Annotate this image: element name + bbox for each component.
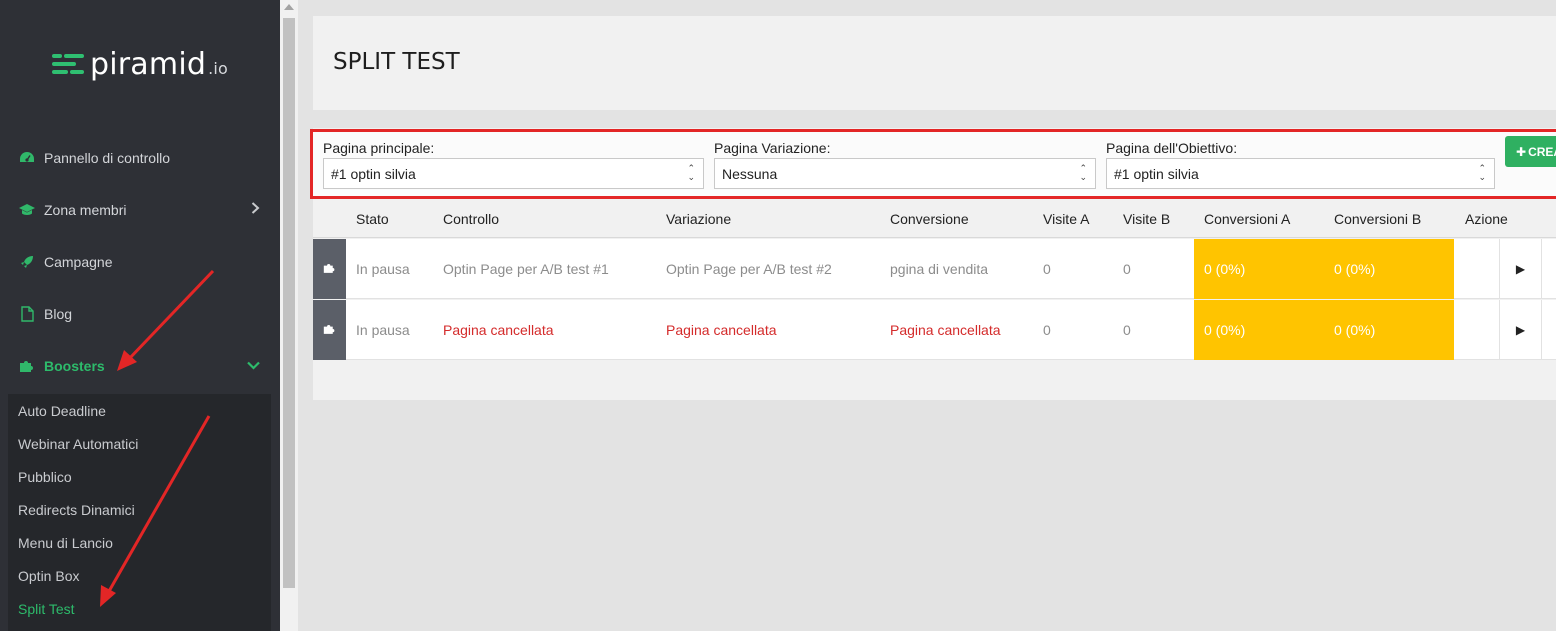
plus-icon: ✚ <box>1516 144 1527 159</box>
sidebar-item-label: Campagne <box>44 254 113 270</box>
table-row: In pausa Pagina cancellata Pagina cancel… <box>313 300 1556 360</box>
col-variation: Variazione <box>666 211 732 227</box>
cell-variation[interactable]: Optin Page per A/B test #2 <box>666 261 832 277</box>
cell-visits-b: 0 <box>1123 322 1131 338</box>
sidebar-item-label: Zona membri <box>44 202 127 218</box>
sidebar-item-blog[interactable]: Blog <box>0 288 280 340</box>
play-button[interactable]: ▶ <box>1499 239 1542 299</box>
sidebar-item-label: Blog <box>44 306 73 322</box>
submenu-item-redirects[interactable]: Redirects Dinamici <box>8 493 271 526</box>
page-title: SPLIT TEST <box>333 49 460 75</box>
dashboard-icon <box>18 149 36 167</box>
table-row: In pausa Optin Page per A/B test #1 Opti… <box>313 239 1556 299</box>
puzzle-icon <box>323 262 336 277</box>
rocket-icon <box>18 253 36 271</box>
col-visits-a: Visite A <box>1043 211 1090 227</box>
scroll-up-arrow-icon[interactable] <box>284 4 294 10</box>
col-action: Azione <box>1465 211 1508 227</box>
cell-conversion: Pagina cancellata <box>890 322 1001 338</box>
cell-conversions-b: 0 (0%) <box>1334 322 1376 338</box>
col-control: Controllo <box>443 211 500 227</box>
main-page-label: Pagina principale: <box>323 140 435 156</box>
goal-page-value: #1 optin silvia <box>1114 165 1199 182</box>
cell-conversions-a: 0 (0%) <box>1204 261 1246 277</box>
col-conversions-b: Conversioni B <box>1334 211 1422 227</box>
main-page-select[interactable]: #1 optin silvia ⌃ ⌄ <box>323 158 704 189</box>
main-page-value: #1 optin silvia <box>331 165 416 182</box>
play-icon: ▶ <box>1515 323 1526 337</box>
cell-control[interactable]: Optin Page per A/B test #1 <box>443 261 609 277</box>
brand-logo[interactable]: piramid .io <box>50 44 228 84</box>
col-status: Stato <box>356 211 389 227</box>
cell-control: Pagina cancellata <box>443 322 554 338</box>
cell-status: In pausa <box>356 261 410 277</box>
graduation-cap-icon <box>18 201 36 219</box>
cell-visits-a: 0 <box>1043 322 1051 338</box>
goal-page-label: Pagina dell'Obiettivo: <box>1106 140 1238 156</box>
file-icon <box>18 305 36 323</box>
sidebar-item-label: Pannello di controllo <box>44 150 171 166</box>
sidebar-nav: Pannello di controllo Zona membri Campag… <box>0 132 280 392</box>
puzzle-icon <box>18 357 36 375</box>
sidebar-item-dashboard[interactable]: Pannello di controllo <box>0 132 280 184</box>
submenu-item-auto-deadline[interactable]: Auto Deadline <box>8 394 271 427</box>
play-icon: ▶ <box>1515 262 1526 276</box>
select-updown-icon: ⌃ ⌄ <box>1478 163 1486 182</box>
col-conversions-a: Conversioni A <box>1204 211 1291 227</box>
sidebar-item-campaigns[interactable]: Campagne <box>0 236 280 288</box>
sidebar: piramid .io Pannello di controllo Zona me… <box>0 0 280 631</box>
brand-name: piramid .io <box>90 46 229 82</box>
submenu-item-optin-box[interactable]: Optin Box <box>8 559 271 592</box>
submenu-item-audience[interactable]: Pubblico <box>8 460 271 493</box>
cell-conversions-a: 0 (0%) <box>1204 322 1246 338</box>
vertical-scrollbar[interactable] <box>280 0 298 631</box>
puzzle-icon <box>323 323 336 338</box>
sidebar-item-members[interactable]: Zona membri <box>0 184 280 236</box>
sidebar-item-boosters[interactable]: Boosters <box>0 340 280 392</box>
col-conversion: Conversione <box>890 211 969 227</box>
sidebar-item-label: Boosters <box>44 358 105 374</box>
submenu-item-webinar[interactable]: Webinar Automatici <box>8 427 271 460</box>
variation-page-select[interactable]: Nessuna ⌃ ⌄ <box>714 158 1096 189</box>
page-header: SPLIT TEST <box>313 16 1556 110</box>
variation-page-filter: Pagina Variazione: Nessuna ⌃ ⌄ <box>714 140 1096 189</box>
submenu-item-launch-menu[interactable]: Menu di Lancio <box>8 526 271 559</box>
boosters-submenu: Auto Deadline Webinar Automatici Pubblic… <box>8 394 271 631</box>
select-updown-icon: ⌃ ⌄ <box>687 163 695 182</box>
cell-status: In pausa <box>356 322 410 338</box>
cell-conversions-b: 0 (0%) <box>1334 261 1376 277</box>
chevron-down-icon <box>247 357 260 375</box>
scroll-thumb[interactable] <box>283 18 295 588</box>
logo-icon <box>50 49 86 79</box>
goal-page-filter: Pagina dell'Obiettivo: #1 optin silvia ⌃… <box>1106 140 1495 189</box>
select-updown-icon: ⌃ ⌄ <box>1079 163 1087 182</box>
cell-visits-a: 0 <box>1043 261 1051 277</box>
submenu-item-split-test[interactable]: Split Test <box>8 592 271 625</box>
col-visits-b: Visite B <box>1123 211 1171 227</box>
split-test-form: Pagina principale: #1 optin silvia ⌃ ⌄ Pa… <box>310 129 1556 199</box>
create-button[interactable]: ✚CREA <box>1505 136 1556 167</box>
cell-visits-b: 0 <box>1123 261 1131 277</box>
table-header: Stato Controllo Variazione Conversione V… <box>313 200 1556 238</box>
cell-variation: Pagina cancellata <box>666 322 777 338</box>
main-page-filter: Pagina principale: #1 optin silvia ⌃ ⌄ <box>323 140 704 189</box>
chevron-right-icon <box>251 201 260 219</box>
goal-page-select[interactable]: #1 optin silvia ⌃ ⌄ <box>1106 158 1495 189</box>
cell-conversion[interactable]: pgina di vendita <box>890 261 988 277</box>
play-button[interactable]: ▶ <box>1499 300 1542 360</box>
row-handle[interactable] <box>313 239 346 299</box>
row-handle[interactable] <box>313 300 346 360</box>
variation-page-label: Pagina Variazione: <box>714 140 831 156</box>
variation-page-value: Nessuna <box>722 165 778 182</box>
